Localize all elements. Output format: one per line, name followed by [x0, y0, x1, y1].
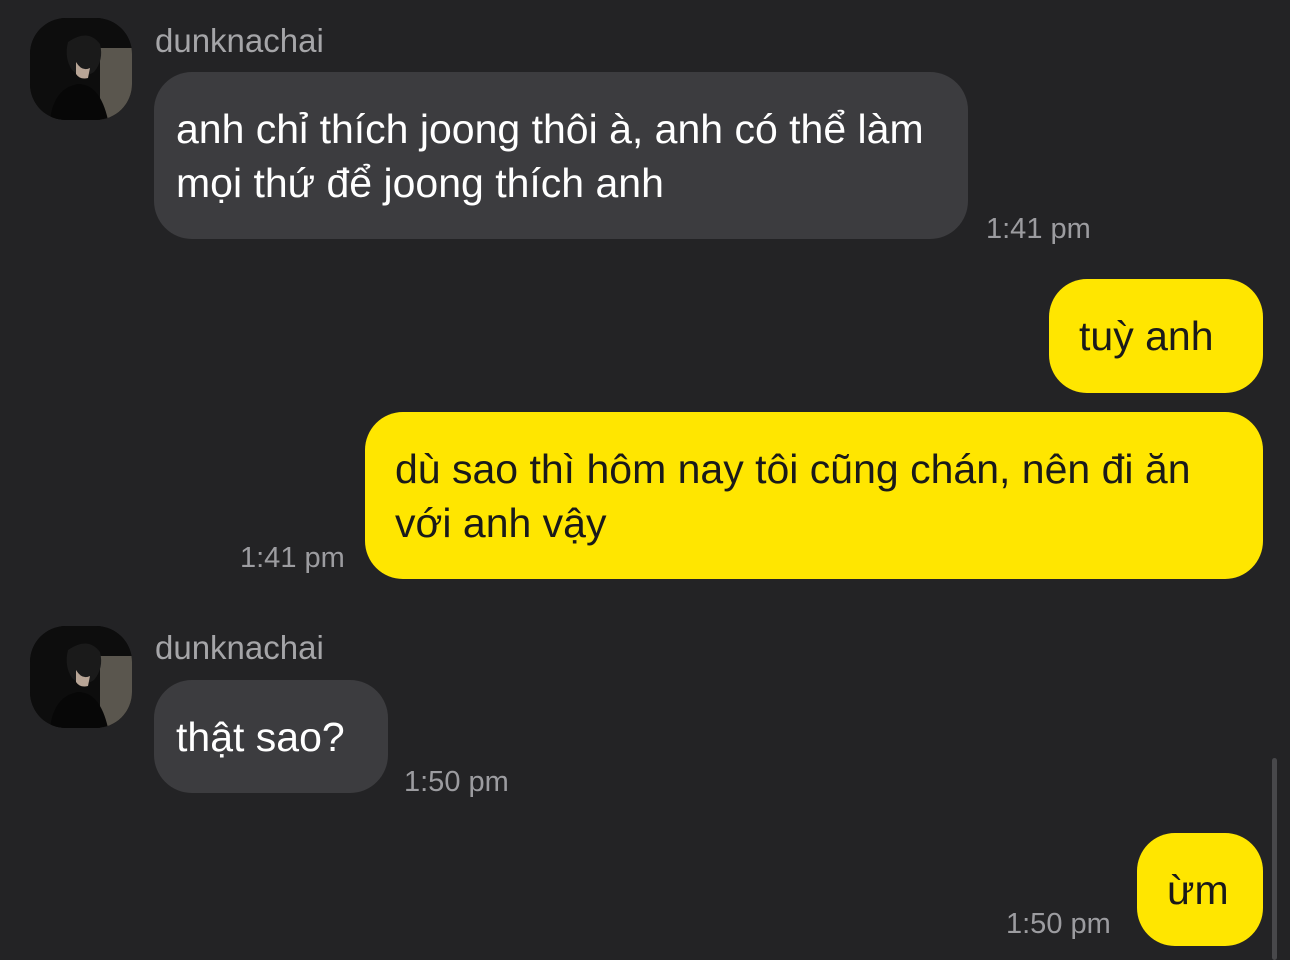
message-bubble-outgoing[interactable]: dù sao thì hôm nay tôi cũng chán, nên đi… [365, 412, 1263, 579]
message-time: 1:41 pm [986, 213, 1091, 245]
message-time: 1:50 pm [1006, 908, 1111, 940]
profile-photo [30, 626, 132, 728]
avatar[interactable] [30, 18, 132, 120]
profile-photo [30, 18, 132, 120]
avatar[interactable] [30, 626, 132, 728]
message-bubble-incoming[interactable]: anh chỉ thích joong thôi à, anh có thể l… [154, 72, 968, 239]
message-time: 1:50 pm [404, 766, 509, 798]
sender-name: dunknachai [155, 22, 324, 59]
message-bubble-incoming[interactable]: thật sao? [154, 680, 388, 793]
message-bubble-outgoing[interactable]: tuỳ anh [1049, 279, 1263, 393]
sender-name: dunknachai [155, 629, 324, 666]
message-bubble-outgoing[interactable]: ừm [1137, 833, 1263, 946]
scrollbar[interactable] [1272, 758, 1277, 960]
message-time: 1:41 pm [240, 542, 345, 574]
